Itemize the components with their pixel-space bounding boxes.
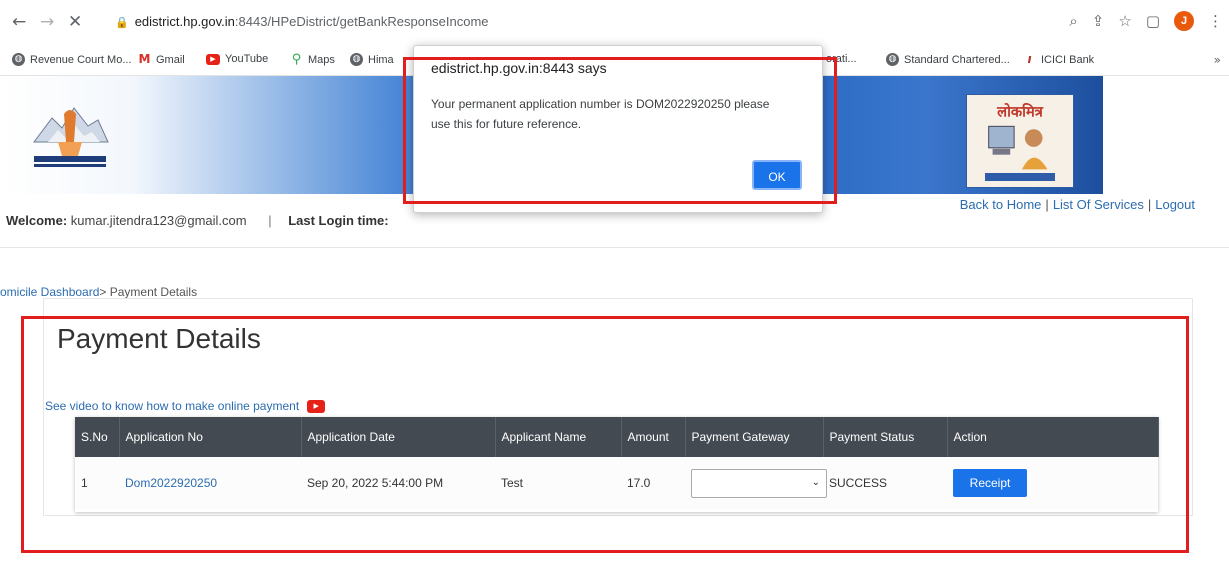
cell-amount: 17.0 [621,457,685,509]
bookmark-item[interactable]: ◍ Hima [350,53,394,66]
col-header-application-date: Application Date [301,417,496,457]
bookmark-maps[interactable]: ⚲ Maps [290,53,335,66]
bookmark-youtube[interactable]: ▶ YouTube [206,53,268,65]
address-bar[interactable]: 🔒 edistrict.hp.gov.in:8443/HPeDistrict/ge… [115,14,489,29]
last-login-label: Last Login time: [288,213,389,228]
gmail-icon: M [138,52,151,66]
welcome-user: kumar.jitendra123@gmail.com [70,213,247,228]
globe-icon: ◍ [886,53,899,66]
chevron-down-icon: ⌄ [811,476,820,488]
back-to-home-link[interactable]: Back to Home [960,197,1042,212]
back-arrow-icon[interactable]: ← [12,12,26,32]
icici-logo-icon: ı [1027,52,1032,66]
lokmitra-logo-icon: लोकमित्र [966,94,1074,188]
bookmark-gmail[interactable]: M Gmail [138,53,185,66]
col-header-action: Action [947,417,1159,457]
close-icon[interactable]: ✕ [68,12,82,32]
globe-icon: ◍ [350,53,363,66]
sidepanel-icon[interactable]: ▢ [1146,12,1160,30]
profile-avatar[interactable]: J [1174,11,1194,31]
welcome-bar: Welcome: kumar.jitendra123@gmail.com | L… [6,213,389,228]
breadcrumb-current: > Payment Details [99,285,198,299]
ok-button[interactable]: OK [752,160,802,190]
url-path: :8443/HPeDistrict/getBankResponseIncome [234,14,489,29]
breadcrumb: omicile Dashboard> Payment Details [0,285,197,299]
col-header-applicant-name: Applicant Name [495,417,622,457]
col-header-application-no: Application No [119,417,302,457]
cell-payment-status: SUCCESS [823,457,947,509]
share-icon[interactable]: ⇪ [1092,12,1105,30]
chevron-double-right-icon[interactable]: » [1214,53,1221,67]
bookmark-icici[interactable]: ı ICICI Bank [1023,53,1094,66]
dialog-message: Your permanent application number is DOM… [431,97,770,131]
bookmark-item[interactable]: orati... [826,53,857,65]
youtube-icon: ▶ [206,53,220,65]
cell-application-date: Sep 20, 2022 5:44:00 PM [301,457,495,509]
table-header-row: S.No Application No Application Date App… [75,417,1159,457]
table-row: 1 Dom2022920250 Sep 20, 2022 5:44:00 PM … [75,457,1158,509]
dialog-title: edistrict.hp.gov.in:8443 says [431,60,607,76]
header-links: Back to Home | List Of Services | Logout [959,197,1195,212]
map-pin-icon: ⚲ [291,52,302,67]
browser-toolbar: ← → ✕ 🔒 edistrict.hp.gov.in:8443/HPeDistr… [0,0,1229,46]
video-help-link[interactable]: See video to know how to make online pay… [45,399,326,413]
bookmark-item[interactable]: ◍ Revenue Court Mo... [12,53,132,66]
payment-gateway-select[interactable]: ⌄ [691,468,827,498]
hp-emblem-icon [33,107,109,167]
separator: | [268,213,272,228]
globe-icon: ◍ [12,53,25,66]
menu-kebab-icon[interactable]: ⋮ [1208,12,1223,30]
payment-table: S.No Application No Application Date App… [75,417,1159,512]
cell-sno: 1 [75,457,119,509]
col-header-payment-status: Payment Status [823,417,948,457]
logout-link[interactable]: Logout [1155,197,1195,212]
breadcrumb-domicile-dashboard[interactable]: omicile Dashboard [0,285,99,299]
welcome-label: Welcome: [6,213,68,228]
url-domain: edistrict.hp.gov.in [134,14,235,29]
forward-arrow-icon[interactable]: → [40,12,54,32]
bookmark-standard-chartered[interactable]: ◍ Standard Chartered... [886,53,1010,66]
cell-applicant-name: Test [495,457,621,509]
col-header-sno: S.No [75,417,120,457]
receipt-button[interactable]: Receipt [953,469,1027,497]
svg-text:लोकमित्र: लोकमित्र [996,103,1044,121]
zoom-icon[interactable]: ⌕ [1069,12,1077,30]
page-title: Payment Details [57,323,261,354]
youtube-icon[interactable]: ▶ [307,399,326,413]
list-of-services-link[interactable]: List Of Services [1053,197,1144,212]
lock-icon: 🔒 [115,16,129,29]
divider [0,247,1229,248]
video-link-text[interactable]: See video to know how to make online pay… [45,399,299,413]
star-icon[interactable]: ☆ [1118,12,1131,30]
col-header-amount: Amount [621,417,686,457]
col-header-payment-gateway: Payment Gateway [685,417,824,457]
application-no-link[interactable]: Dom2022920250 [125,476,217,490]
